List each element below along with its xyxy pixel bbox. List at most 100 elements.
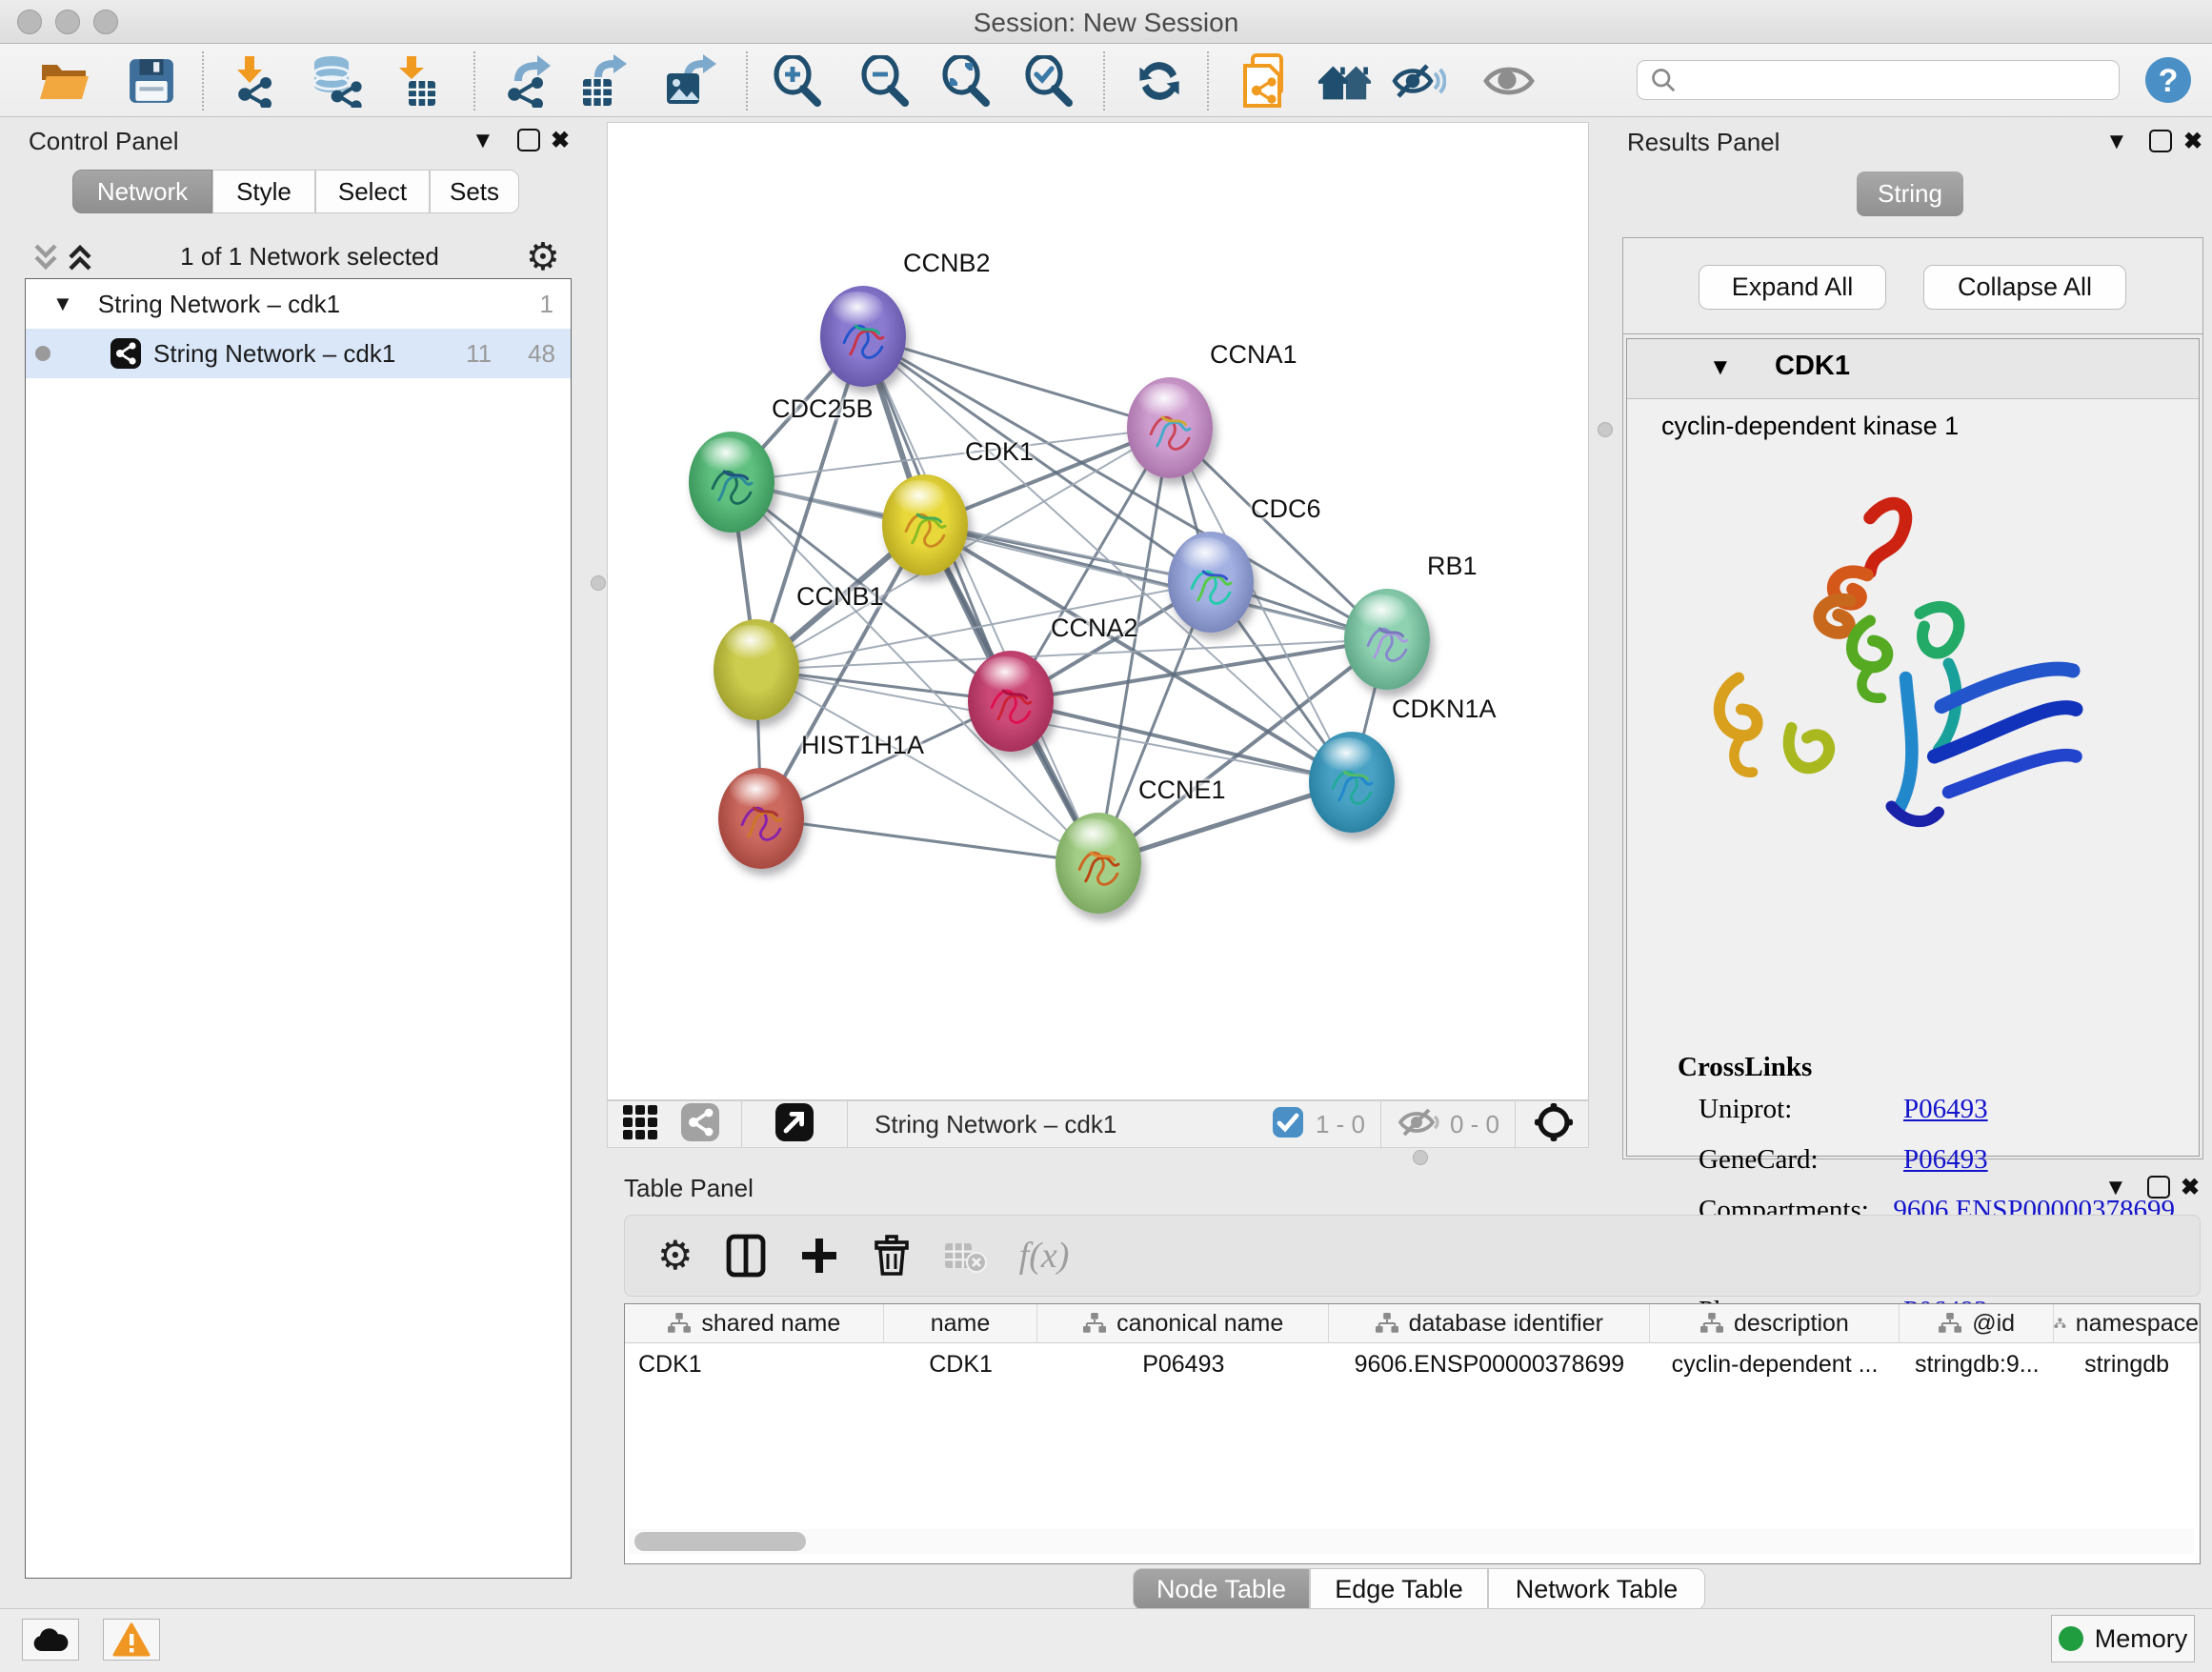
- column-header[interactable]: canonical name: [1037, 1304, 1329, 1342]
- open-session-button[interactable]: [36, 53, 91, 109]
- network-node[interactable]: [882, 474, 968, 575]
- save-session-button[interactable]: [124, 53, 179, 109]
- network-view-share-button[interactable]: [680, 1102, 720, 1147]
- tab-style[interactable]: Style: [212, 170, 315, 213]
- results-panel-maximize-button[interactable]: [2149, 130, 2172, 152]
- column-header[interactable]: description: [1650, 1304, 1900, 1342]
- detach-view-button[interactable]: [774, 1102, 814, 1147]
- results-panel-float-button[interactable]: ▼: [2105, 129, 2128, 155]
- table-cell[interactable]: stringdb:9...: [1900, 1343, 2054, 1385]
- table-panel-close-button[interactable]: ✖: [2181, 1174, 2200, 1201]
- expand-all-button[interactable]: Expand All: [1699, 265, 1886, 310]
- add-column-icon[interactable]: [798, 1235, 840, 1277]
- column-header[interactable]: database identifier: [1329, 1304, 1650, 1342]
- network-node[interactable]: [820, 286, 906, 387]
- show-all-button[interactable]: [1481, 53, 1537, 109]
- network-node[interactable]: [1127, 377, 1213, 478]
- column-header[interactable]: shared name: [625, 1304, 884, 1342]
- title-bar: Session: New Session: [0, 0, 2212, 44]
- cloud-status-button[interactable]: [22, 1619, 79, 1661]
- zoom-in-button[interactable]: [770, 53, 825, 109]
- zoom-out-button[interactable]: [857, 53, 913, 109]
- zoom-fit-button[interactable]: [938, 53, 994, 109]
- double-chevron-down-icon: [29, 240, 63, 274]
- export-network-button[interactable]: [498, 53, 553, 109]
- collection-expand-triangle[interactable]: ▼: [52, 292, 73, 316]
- table-cell[interactable]: cyclin-dependent ...: [1650, 1343, 1900, 1385]
- network-edge[interactable]: [761, 818, 1098, 863]
- tab-select[interactable]: Select: [315, 170, 430, 213]
- hidden-counts-toggle[interactable]: [1397, 1104, 1440, 1145]
- tab-network[interactable]: Network: [72, 170, 212, 213]
- network-node[interactable]: [714, 619, 799, 720]
- hide-selected-button[interactable]: [1391, 53, 1446, 109]
- table-cell[interactable]: P06493: [1037, 1343, 1329, 1385]
- search-input[interactable]: [1678, 66, 2101, 94]
- export-table-button[interactable]: [576, 53, 632, 109]
- show-columns-icon[interactable]: [726, 1234, 766, 1278]
- tab-network-table[interactable]: Network Table: [1488, 1568, 1705, 1610]
- selected-counts-checkbox[interactable]: [1272, 1106, 1304, 1143]
- expand-all-networks-button[interactable]: [63, 240, 97, 279]
- collapse-all-networks-button[interactable]: [29, 240, 63, 279]
- control-panel-close-button[interactable]: ✖: [551, 127, 570, 154]
- network-collection-row[interactable]: ▼ String Network – cdk1 1: [26, 279, 571, 329]
- export-image-button[interactable]: [662, 53, 717, 109]
- tab-node-table[interactable]: Node Table: [1133, 1568, 1310, 1610]
- memory-status-button[interactable]: Memory: [2051, 1615, 2195, 1662]
- network-node[interactable]: [1309, 732, 1395, 833]
- tab-string[interactable]: String: [1857, 171, 1963, 216]
- network-node[interactable]: [718, 768, 804, 869]
- network-edge[interactable]: [1011, 701, 1352, 782]
- collapse-all-button[interactable]: Collapse All: [1923, 265, 2126, 310]
- network-edge[interactable]: [863, 336, 1098, 863]
- apply-layout-button[interactable]: [1132, 53, 1187, 109]
- protein-card-header[interactable]: ▼ CDK1: [1627, 339, 2199, 399]
- import-network-button[interactable]: [221, 53, 276, 109]
- network-node[interactable]: [968, 651, 1054, 752]
- network-node[interactable]: [1056, 813, 1141, 914]
- clone-network-button[interactable]: [1238, 53, 1294, 109]
- help-button[interactable]: ?: [2144, 56, 2192, 109]
- tab-sets[interactable]: Sets: [430, 170, 519, 213]
- table-cell[interactable]: 9606.ENSP00000378699: [1329, 1343, 1650, 1385]
- protein-collapse-triangle[interactable]: ▼: [1709, 354, 1732, 381]
- network-row[interactable]: String Network – cdk1 11 48: [26, 329, 571, 378]
- horizontal-splitter-handle[interactable]: [1413, 1150, 1428, 1165]
- birdseye-view-button[interactable]: [1533, 1101, 1575, 1148]
- table-cell[interactable]: CDK1: [884, 1343, 1038, 1385]
- table-cell[interactable]: CDK1: [625, 1343, 884, 1385]
- table-settings-gear-icon[interactable]: ⚙: [657, 1236, 694, 1276]
- network-node[interactable]: [1168, 532, 1254, 633]
- table-row[interactable]: CDK1CDK1P064939606.ENSP00000378699cyclin…: [625, 1343, 2200, 1385]
- network-node[interactable]: [689, 432, 774, 533]
- table-hscrollbar[interactable]: [629, 1529, 2194, 1554]
- import-network-from-database-button[interactable]: [307, 53, 362, 109]
- import-table-button[interactable]: [389, 53, 444, 109]
- delete-column-icon[interactable]: [873, 1233, 911, 1279]
- tab-edge-table[interactable]: Edge Table: [1310, 1568, 1488, 1610]
- network-options-gear-icon[interactable]: ⚙: [526, 235, 560, 279]
- column-header[interactable]: namespace: [2054, 1304, 2200, 1342]
- network-node-label: CDKN1A: [1392, 695, 1497, 724]
- control-panel-float-button[interactable]: ▼: [472, 128, 494, 154]
- network-node[interactable]: [1344, 589, 1430, 690]
- table-hscrollbar-thumb[interactable]: [634, 1532, 806, 1551]
- table-panel-float-button[interactable]: ▼: [2104, 1175, 2127, 1201]
- network-edge[interactable]: [863, 336, 1170, 428]
- table-cell[interactable]: stringdb: [2054, 1343, 2200, 1385]
- zoom-selected-button[interactable]: [1021, 53, 1076, 109]
- right-splitter-handle[interactable]: [1598, 422, 1613, 437]
- network-edge[interactable]: [756, 336, 863, 670]
- column-header[interactable]: name: [884, 1304, 1038, 1342]
- warnings-button[interactable]: [103, 1619, 160, 1661]
- network-canvas[interactable]: CCNB2CCNA1CDC25BCDK1CDC6RB1CCNB1CCNA2CDK…: [607, 122, 1589, 1100]
- network-home-button[interactable]: [1317, 53, 1372, 109]
- control-panel-maximize-button[interactable]: [517, 129, 540, 151]
- show-grid-button[interactable]: [621, 1103, 659, 1146]
- table-panel-maximize-button[interactable]: [2147, 1176, 2170, 1199]
- left-splitter-handle[interactable]: [591, 575, 606, 591]
- results-panel-close-button[interactable]: ✖: [2183, 128, 2202, 155]
- crosslink-value-link[interactable]: P06493: [1903, 1094, 1988, 1125]
- column-header[interactable]: @id: [1900, 1304, 2054, 1342]
